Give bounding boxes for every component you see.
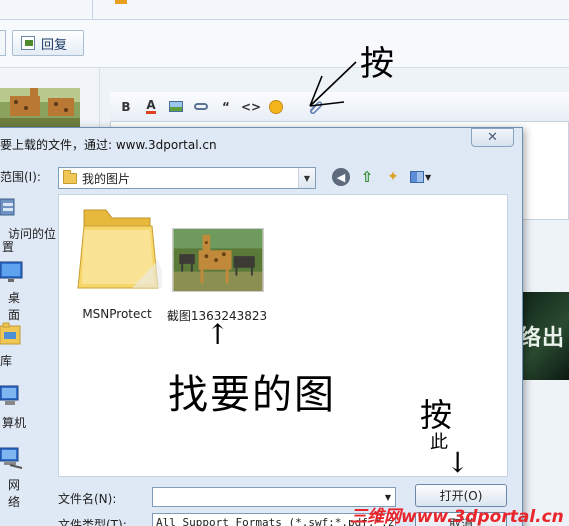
- annotation-arrow-down: ↓: [446, 446, 470, 479]
- network-icon: [0, 447, 23, 469]
- chevron-down-icon[interactable]: ▼: [298, 168, 315, 188]
- file-item-folder[interactable]: MSNProtect: [62, 200, 172, 325]
- place-library-label: 库: [0, 354, 13, 368]
- library-icon: [0, 322, 21, 345]
- previous-button-edge[interactable]: [0, 30, 6, 56]
- quote-button[interactable]: “: [218, 99, 234, 115]
- file-type-label: 文件类型(T):: [58, 518, 127, 526]
- top-bar-icon: [115, 0, 127, 4]
- smiley-icon[interactable]: [268, 99, 284, 115]
- new-folder-icon[interactable]: ✦: [384, 168, 402, 186]
- folder-icon: [63, 169, 77, 184]
- file-name: MSNProtect: [82, 307, 152, 321]
- top-bar: [0, 0, 569, 20]
- bold-button[interactable]: B: [118, 99, 134, 115]
- dialog-title: 要上载的文件，通过: www.3dportal.cn: [0, 138, 217, 152]
- look-in-value: 我的图片: [82, 171, 131, 186]
- annotation-press-top: 按: [360, 44, 394, 84]
- reply-button[interactable]: 回复: [12, 30, 84, 56]
- file-item-image[interactable]: 截图1363243823: [162, 200, 272, 325]
- code-button[interactable]: <>: [241, 99, 261, 115]
- font-color-label: A: [146, 98, 156, 114]
- annotation-arrow-up: ↑: [206, 318, 230, 351]
- top-bar-divider: [92, 0, 93, 20]
- recent-places-icon: [0, 198, 15, 216]
- up-folder-icon[interactable]: ⇧: [358, 168, 376, 186]
- back-icon[interactable]: ◀: [332, 168, 350, 186]
- ad-banner[interactable]: 络出: [517, 292, 569, 380]
- folder-icon: [77, 209, 162, 289]
- file-name-label: 文件名(N):: [58, 492, 117, 506]
- close-icon: ✕: [487, 130, 498, 145]
- computer-icon: [0, 385, 19, 405]
- place-computer-label: 算机: [1, 416, 26, 430]
- place-network-label: 网络: [7, 478, 20, 509]
- view-menu-icon[interactable]: ▼: [410, 169, 436, 185]
- look-in-label: 范围(I):: [0, 170, 41, 184]
- close-button[interactable]: ✕: [471, 128, 514, 147]
- post-toolbar: [0, 20, 569, 68]
- navigation-toolbar: ◀ ⇧ ✦ ▼: [332, 168, 436, 186]
- reply-button-label: 回复: [41, 37, 68, 53]
- link-icon[interactable]: [193, 99, 209, 115]
- annotation-find-picture: 找要的图: [168, 372, 336, 418]
- place-recent-sub: 置: [1, 240, 14, 254]
- look-in-select[interactable]: 我的图片 ▼: [58, 167, 316, 189]
- desktop-icon: [0, 261, 23, 282]
- giraffe-photo-thumbnail: [172, 228, 264, 292]
- font-color-button[interactable]: A: [143, 99, 159, 115]
- banner-text: 络出: [519, 326, 566, 351]
- site-watermark: 三维网www.3dportal.cn: [350, 507, 564, 526]
- image-icon[interactable]: [168, 99, 184, 115]
- place-desktop-label: 桌面: [7, 291, 20, 322]
- reply-icon: [21, 36, 35, 50]
